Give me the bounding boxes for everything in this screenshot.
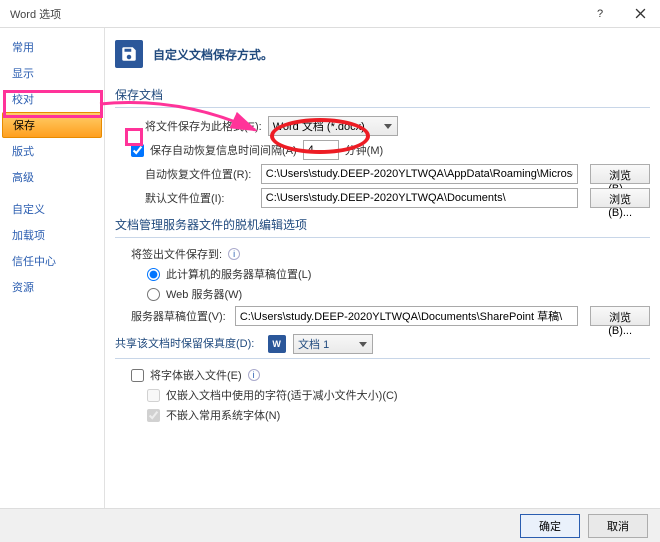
footer: 确定 取消 [0,508,660,542]
no-sysfonts-label: 不嵌入常用系统字体(N) [166,407,280,423]
doc-icon: W [268,335,286,353]
embed-fonts-label: 将字体嵌入文件(E) [150,367,242,383]
draft-path-input[interactable] [235,306,578,326]
sidebar-item-addins[interactable]: 加载项 [0,222,104,248]
no-sysfonts-checkbox [147,409,160,422]
sidebar: 常用 显示 校对 保存 版式 高级 自定义 加载项 信任中心 资源 [0,28,105,508]
content-header: 自定义文档保存方式。 [115,36,650,78]
cancel-button[interactable]: 取消 [588,514,648,538]
embed-fonts-checkbox[interactable] [131,369,144,382]
sidebar-item-trustcenter[interactable]: 信任中心 [0,248,104,274]
section-save-title: 保存文档 [115,82,650,108]
sidebar-item-proofing[interactable]: 校对 [0,86,104,112]
fidelity-doc-combo[interactable]: 文档 1 [293,334,373,354]
radio-web[interactable] [147,288,160,301]
radio-local[interactable] [147,268,160,281]
content-panel: 自定义文档保存方式。 保存文档 将文件保存为此格式(E): Word 文档 (*… [105,28,660,508]
titlebar: Word 选项 ? [0,0,660,28]
sidebar-item-general[interactable]: 常用 [0,34,104,60]
sidebar-item-layout[interactable]: 版式 [0,138,104,164]
auto-save-checkbox[interactable] [131,144,144,157]
draft-path-label: 服务器草稿位置(V): [131,308,229,324]
fidelity-title-text: 共享该文档时保留保真度(D): [115,338,254,350]
recover-path-input[interactable] [261,164,578,184]
fidelity-doc-value: 文档 1 [298,336,329,352]
save-icon [115,40,143,68]
recover-browse-button[interactable]: 浏览(B)... [590,164,650,184]
save-to-label: 将签出文件保存到: [131,246,222,262]
embed-used-checkbox [147,389,160,402]
default-browse-button[interactable]: 浏览(B)... [590,188,650,208]
close-button[interactable] [620,0,660,28]
info-icon: i [228,248,240,260]
section-offline-title: 文档管理服务器文件的脱机编辑选项 [115,212,650,238]
section-fidelity-title: 共享该文档时保留保真度(D): W 文档 1 [115,330,650,359]
sidebar-item-display[interactable]: 显示 [0,60,104,86]
header-text: 自定义文档保存方式。 [153,46,273,63]
sidebar-item-save[interactable]: 保存 [2,112,102,138]
sidebar-item-customize[interactable]: 自定义 [0,196,104,222]
recover-path-label: 自动恢复文件位置(R): [145,166,255,182]
sidebar-item-advanced[interactable]: 高级 [0,164,104,190]
embed-used-label: 仅嵌入文档中使用的字符(适于减小文件大小)(C) [166,387,398,403]
radio-local-label: 此计算机的服务器草稿位置(L) [166,266,311,282]
format-combo[interactable]: Word 文档 (*.docx) [268,116,398,136]
auto-save-label: 保存自动恢复信息时间间隔(A) [150,142,297,158]
info-icon-2: i [248,369,260,381]
format-combo-value: Word 文档 (*.docx) [273,118,365,134]
help-button[interactable]: ? [580,0,620,28]
ok-button[interactable]: 确定 [520,514,580,538]
default-path-input[interactable] [261,188,578,208]
sidebar-item-resources[interactable]: 资源 [0,274,104,300]
format-label: 将文件保存为此格式(E): [145,118,262,134]
auto-save-unit: 分钟(M) [345,142,384,158]
window-title: Word 选项 [10,6,61,22]
draft-browse-button[interactable]: 浏览(B)... [590,306,650,326]
default-path-label: 默认文件位置(I): [145,190,255,206]
auto-save-value-input[interactable] [303,140,339,160]
radio-web-label: Web 服务器(W) [166,286,242,302]
